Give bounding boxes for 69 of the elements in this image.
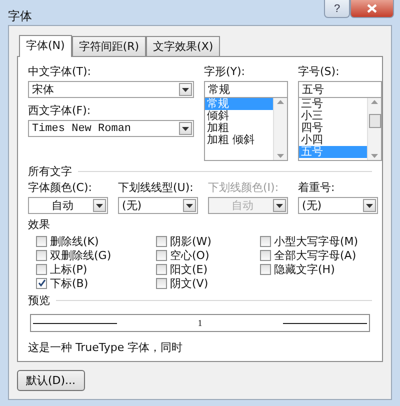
input-field[interactable]: 常规 (204, 81, 288, 98)
tab[interactable]: 字体(N) (19, 35, 72, 57)
dropdown-arrow-icon (276, 204, 283, 208)
dropdown[interactable]: (无) (118, 197, 198, 214)
preview-text: 1 (196, 318, 204, 328)
checkbox-label: 阴文(V) (170, 276, 208, 290)
checkbox-label: 下标(B) (50, 276, 88, 290)
close-icon (367, 4, 377, 13)
dropdown-arrow-icon (182, 126, 189, 130)
checkbox[interactable] (36, 250, 47, 260)
checkbox-label: 上标(P) (50, 262, 88, 276)
field-label: 下划线线型(U): (118, 180, 194, 195)
dropdown[interactable]: 宋体 (28, 81, 194, 98)
scroll-down-icon[interactable] (371, 154, 378, 158)
checkbox[interactable] (36, 278, 47, 288)
scrollbar[interactable] (273, 98, 287, 160)
dropdown[interactable]: Times New Roman (28, 120, 194, 137)
section-title: 预览 (28, 293, 50, 308)
field-label: 中文字体(T): (28, 64, 92, 79)
list-item[interactable]: 小三 (299, 110, 367, 122)
help-button[interactable]: ? (324, 0, 350, 18)
list-item[interactable]: 倾斜 (205, 110, 273, 122)
checkbox-label: 隐藏文字(H) (274, 262, 335, 276)
list-item[interactable]: 加粗 倾斜 (205, 134, 273, 146)
dropdown-arrow-icon (182, 88, 189, 92)
checkbox[interactable] (260, 236, 271, 246)
list-item[interactable]: 加粗 (205, 122, 273, 134)
checkbox[interactable] (156, 278, 167, 288)
checkbox[interactable] (156, 250, 167, 260)
checkbox-label: 双删除线(G) (50, 248, 112, 262)
checkbox-label: 小型大写字母(M) (274, 234, 358, 248)
checkbox-label: 阳文(E) (170, 262, 208, 276)
checkbox-label: 空心(O) (170, 248, 210, 262)
checkbox-label: 阴影(W) (170, 234, 212, 248)
scroll-up-icon[interactable] (277, 100, 284, 104)
default-button[interactable]: 默认(D)... (17, 370, 85, 391)
scroll-down-icon[interactable] (277, 154, 284, 158)
list-item[interactable]: 小四 (299, 134, 367, 146)
field-label: 字体颜色(C): (28, 180, 93, 195)
field-label: 下划线颜色(I): (208, 180, 280, 195)
checkbox[interactable] (156, 236, 167, 246)
scroll-up-icon[interactable] (371, 100, 378, 104)
dropdown-arrow-icon (96, 204, 103, 208)
field-label: 字号(S): (298, 64, 340, 79)
list-item[interactable]: 三号 (299, 98, 367, 110)
dropdown[interactable]: 自动 (28, 197, 108, 214)
tab[interactable]: 文字效果(X) (146, 36, 220, 56)
section-title: 效果 (28, 217, 50, 232)
tab[interactable]: 字符间距(R) (72, 36, 146, 56)
window-title: 字体 (8, 8, 33, 25)
dropdown-arrow-icon (186, 204, 193, 208)
list-item[interactable]: 四号 (299, 122, 367, 134)
checkbox[interactable] (36, 264, 47, 274)
scrollbar[interactable] (367, 98, 381, 160)
input-field[interactable]: 五号 (298, 81, 382, 98)
checkbox-label: 全部大写字母(A) (274, 248, 356, 262)
checkbox[interactable] (260, 250, 271, 260)
checkbox[interactable] (36, 236, 47, 246)
section-title: 所有文字 (28, 164, 72, 179)
field-label: 西文字体(F): (28, 103, 92, 118)
field-label: 着重号: (298, 180, 336, 195)
dropdown-arrow-icon (366, 204, 373, 208)
close-button[interactable] (350, 0, 394, 18)
dropdown[interactable]: (无) (298, 197, 378, 214)
font-description: 这是一种 TrueType 字体，同时 (28, 340, 184, 355)
checkbox[interactable] (260, 264, 271, 274)
checkbox-label: 删除线(K) (50, 234, 99, 248)
checkbox[interactable] (156, 264, 167, 274)
field-label: 字形(Y): (204, 64, 246, 79)
